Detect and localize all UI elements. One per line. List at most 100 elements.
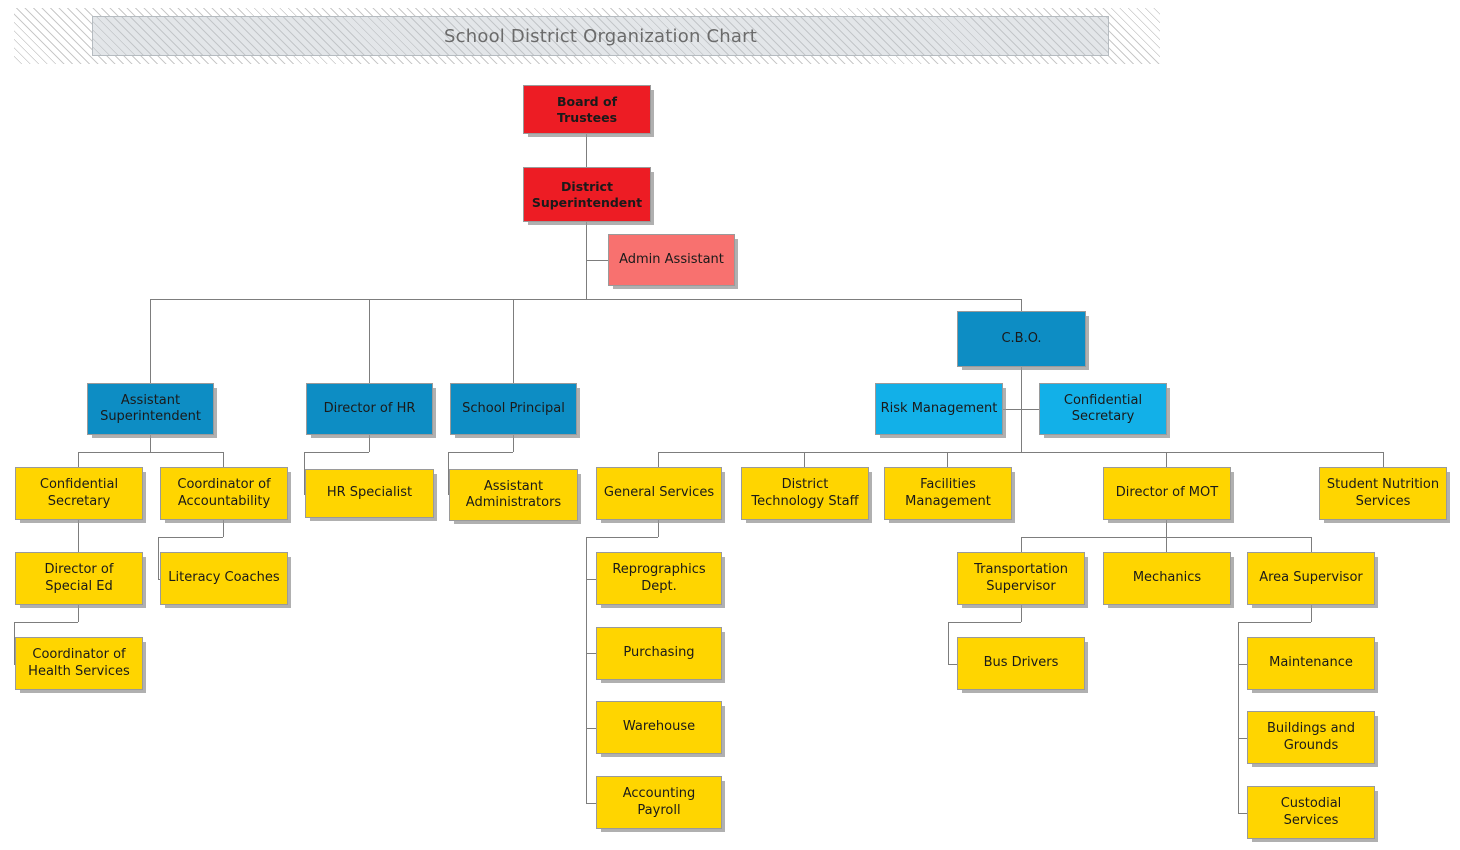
- node-risk-management[interactable]: Risk Management: [875, 383, 1003, 435]
- node-school-principal[interactable]: School Principal: [450, 383, 577, 435]
- node-label: Assistant Superintendent: [100, 392, 201, 424]
- node-label: Literacy Coaches: [168, 570, 280, 586]
- edge-coord-acct-elbow-down: [158, 537, 159, 579]
- node-label: Admin Assistant: [619, 251, 724, 267]
- node-label: General Services: [603, 485, 715, 501]
- node-label: Coordinator of Accountability: [177, 477, 271, 509]
- node-label: District Superintendent: [531, 178, 643, 210]
- node-label: Mechanics: [1132, 570, 1202, 586]
- edge-area-sup-rail: [1238, 622, 1239, 813]
- node-mechanics[interactable]: Mechanics: [1103, 552, 1231, 605]
- edge-drop-dir-hr: [369, 299, 370, 383]
- node-label: Assistant Administrators: [465, 478, 562, 510]
- node-literacy-coaches[interactable]: Literacy Coaches: [160, 552, 288, 605]
- chart-title-box: School District Organization Chart: [92, 16, 1109, 56]
- edge-drop-gen-serv: [658, 452, 659, 467]
- edge-coord-acct-elbow-top: [158, 537, 223, 538]
- node-label: School Principal: [462, 400, 565, 416]
- node-label: Confidential Secretary: [1063, 392, 1143, 424]
- node-facilities-management[interactable]: Facilities Management: [884, 467, 1012, 520]
- edge-drop-coord-acct: [223, 452, 224, 467]
- edge-dir-hr-stem: [369, 435, 370, 452]
- edge-drop-asst-supt: [150, 299, 151, 383]
- edge-gen-serv-to-repro: [586, 579, 596, 580]
- node-label: Maintenance: [1269, 655, 1353, 671]
- node-board-of-trustees[interactable]: Board of Trustees: [523, 85, 651, 134]
- node-label: Warehouse: [622, 719, 696, 735]
- edge-drop-facilities: [947, 452, 948, 467]
- node-assistant-administrators[interactable]: Assistant Administrators: [449, 469, 578, 521]
- node-coordinator-of-accountability[interactable]: Coordinator of Accountability: [160, 467, 288, 520]
- node-transportation-supervisor[interactable]: Transportation Supervisor: [957, 552, 1085, 605]
- node-label: Director of MOT: [1115, 485, 1219, 501]
- node-reprographics-dept[interactable]: Reprographics Dept.: [596, 552, 722, 605]
- node-warehouse[interactable]: Warehouse: [596, 701, 722, 754]
- edge-bus-level2: [150, 299, 1022, 300]
- node-coordinator-of-health-services[interactable]: Coordinator of Health Services: [15, 637, 143, 690]
- node-assistant-superintendent[interactable]: Assistant Superintendent: [87, 383, 214, 435]
- org-chart-canvas: School District Organization Chart Board…: [0, 0, 1460, 850]
- node-label: Accounting Payroll: [622, 786, 696, 818]
- edge-drop-mechanics: [1166, 537, 1167, 552]
- node-purchasing[interactable]: Purchasing: [596, 627, 722, 680]
- edge-cbo-to-risk: [1003, 409, 1021, 410]
- edge-transport-elbow-top: [948, 622, 1021, 623]
- node-custodial-services[interactable]: Custodial Services: [1247, 786, 1375, 839]
- node-confidential-secretary-cbo[interactable]: Confidential Secretary: [1039, 383, 1167, 435]
- node-label: Transportation Supervisor: [974, 562, 1068, 594]
- edge-principal-elbow-top: [448, 452, 513, 453]
- edge-sped-elbow-top: [14, 622, 78, 623]
- edge-transport-stem: [1021, 605, 1022, 622]
- edge-area-sup-stem: [1311, 605, 1312, 622]
- edge-gen-serv-elbow-top: [586, 537, 658, 538]
- page-title: School District Organization Chart: [444, 25, 757, 47]
- node-accounting-payroll[interactable]: Accounting Payroll: [596, 776, 722, 829]
- edge-area-sup-elbow-top: [1238, 622, 1311, 623]
- edge-supt-trunk: [586, 222, 587, 300]
- node-label: Risk Management: [880, 400, 998, 416]
- node-label: Board of Trustees: [556, 93, 618, 125]
- node-maintenance[interactable]: Maintenance: [1247, 637, 1375, 690]
- edge-drop-conf-sec: [78, 452, 79, 467]
- node-buildings-and-grounds[interactable]: Buildings and Grounds: [1247, 711, 1375, 764]
- node-label: Confidential Secretary: [39, 477, 119, 509]
- node-label: District Technology Staff: [751, 477, 859, 509]
- node-hr-specialist[interactable]: HR Specialist: [305, 469, 434, 518]
- edge-dir-mot-stem: [1166, 520, 1167, 537]
- node-label: C.B.O.: [1001, 330, 1042, 346]
- node-cbo[interactable]: C.B.O.: [957, 311, 1086, 367]
- edge-drop-transport: [1021, 537, 1022, 552]
- edge-dir-hr-elbow-top: [304, 452, 369, 453]
- node-area-supervisor[interactable]: Area Supervisor: [1247, 552, 1375, 605]
- node-label: Area Supervisor: [1259, 570, 1363, 586]
- node-student-nutrition-services[interactable]: Student Nutrition Services: [1319, 467, 1447, 520]
- edge-bus-asst-supt: [78, 452, 224, 453]
- node-label: Reprographics Dept.: [612, 562, 706, 594]
- node-admin-assistant[interactable]: Admin Assistant: [608, 234, 735, 286]
- edge-gen-serv-stem: [658, 520, 659, 537]
- edge-conf-sec-to-sped: [78, 520, 79, 552]
- edge-drop-principal: [513, 299, 514, 383]
- node-label: Bus Drivers: [983, 655, 1059, 671]
- edge-drop-cbo: [1021, 299, 1022, 311]
- node-director-of-mot[interactable]: Director of MOT: [1103, 467, 1231, 520]
- node-director-of-special-ed[interactable]: Director of Special Ed: [15, 552, 143, 605]
- node-label: Custodial Services: [1280, 796, 1342, 828]
- edge-gen-serv-to-warehouse: [586, 728, 596, 729]
- node-label: Director of HR: [323, 400, 416, 416]
- edge-principal-stem: [513, 435, 514, 452]
- node-district-technology-staff[interactable]: District Technology Staff: [741, 467, 869, 520]
- edge-gen-serv-to-accounting: [586, 803, 596, 804]
- edge-gen-serv-to-purchasing: [586, 653, 596, 654]
- edge-drop-dist-tech: [804, 452, 805, 467]
- edge-cbo-to-conf-sec: [1021, 409, 1039, 410]
- node-general-services[interactable]: General Services: [596, 467, 722, 520]
- node-confidential-secretary[interactable]: Confidential Secretary: [15, 467, 143, 520]
- edge-board-to-supt: [586, 134, 587, 167]
- edge-coord-acct-stem: [223, 520, 224, 537]
- node-director-of-hr[interactable]: Director of HR: [306, 383, 433, 435]
- node-label: HR Specialist: [326, 485, 413, 501]
- node-label: Director of Special Ed: [44, 562, 114, 594]
- node-bus-drivers[interactable]: Bus Drivers: [957, 637, 1085, 690]
- node-district-superintendent[interactable]: District Superintendent: [523, 167, 651, 222]
